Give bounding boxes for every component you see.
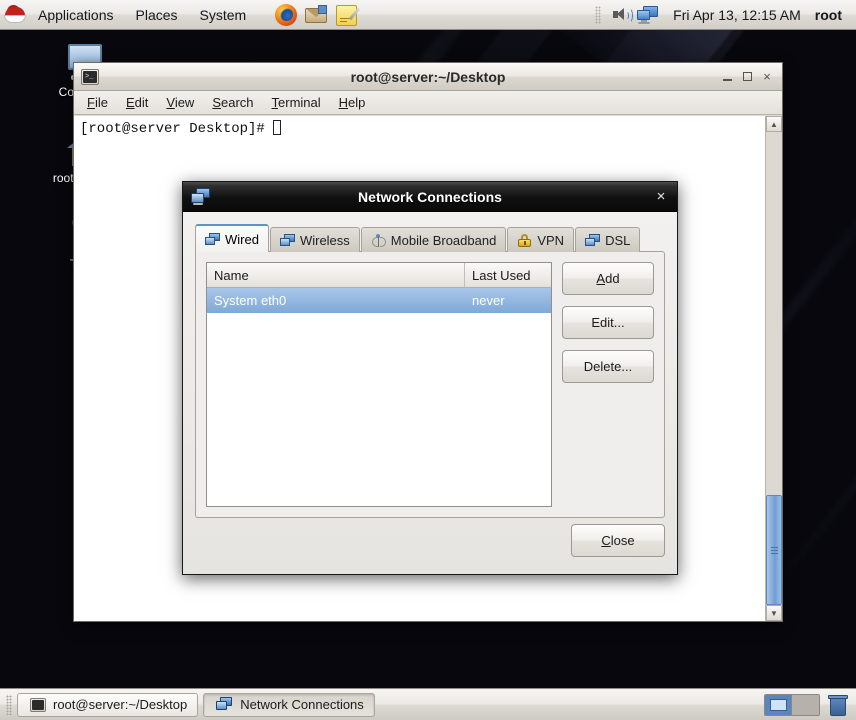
workspace-2[interactable] [792,694,819,715]
tab-label: DSL [605,232,631,248]
tab-wireless[interactable]: Wireless [269,227,360,252]
top-panel: Applications Places System Fri Apr 13, 1… [0,0,856,30]
tab-wired[interactable]: Wired [195,224,269,252]
bottom-panel: root@server:~/Desktop Network Connection… [0,688,856,720]
mnemonic: F [87,95,95,110]
dialog-titlebar[interactable]: Network Connections × [183,182,677,212]
network-monitors-icon[interactable] [637,5,659,25]
column-header-last-used[interactable]: Last Used [465,263,551,287]
menu-label: ile [94,95,108,110]
mnemonic: V [166,95,175,110]
mnemonic: A [596,271,606,286]
tab-label: VPN [537,232,565,248]
network-connections-icon [216,697,233,712]
lock-icon [517,233,532,247]
add-button-label: dd [605,271,620,286]
terminal-scrollbar[interactable]: ▲ ▼ [765,116,782,621]
scroll-down-icon[interactable]: ▼ [766,605,782,621]
dialog-body: Wired Wireless Mobile Broadband VPN DSL [183,212,677,574]
evolution-mail-icon[interactable] [303,2,329,28]
maximize-icon[interactable] [737,68,757,86]
add-button[interactable]: Add [562,262,654,295]
menu-label: elp [348,95,366,110]
mnemonic: C [601,532,611,548]
wireless-monitors-icon [279,233,295,247]
terminal-prompt: [root@server Desktop]# [80,121,274,137]
terminal-menu-edit[interactable]: Edit [117,93,157,112]
cell-last-used: never [472,293,505,308]
terminal-menu-help[interactable]: Help [330,93,375,112]
scroll-up-icon[interactable]: ▲ [766,116,782,132]
scrollbar-thumb[interactable] [766,495,782,605]
network-connections-icon [191,187,211,206]
taskbar-item-label: root@server:~/Desktop [53,697,188,712]
terminal-window-controls: × [717,68,777,86]
tab-label: Wireless [299,232,350,248]
menu-applications[interactable]: Applications [28,3,124,27]
taskbar-item-network-connections[interactable]: Network Connections [203,692,375,717]
connection-type-tabs: Wired Wireless Mobile Broadband VPN DSL [195,224,665,252]
dialog-close-icon[interactable]: × [651,187,671,207]
username-label[interactable]: root [809,4,848,26]
terminal-menubar: File Edit View Search Terminal Help [74,91,782,115]
network-connections-dialog: Network Connections × Wired Wireless Mob… [182,181,678,575]
mnemonic: S [212,95,221,110]
terminal-menu-terminal[interactable]: Terminal [263,93,330,112]
terminal-cursor [273,120,282,135]
list-header: Name Last Used [207,263,551,288]
minimize-icon[interactable] [717,68,737,86]
tab-panel-wired: Name Last Used System eth0 never Add Edi… [195,251,665,518]
terminal-icon: >_ [81,68,99,85]
firefox-icon[interactable] [273,2,299,28]
menu-label: erminal [278,95,321,110]
volume-speaker-icon[interactable] [611,5,634,25]
mnemonic: E [125,95,135,110]
clock[interactable]: Fri Apr 13, 12:15 AM [665,4,809,26]
terminal-menu-search[interactable]: Search [203,93,262,112]
menu-places[interactable]: Places [126,3,188,27]
taskbar-grip [6,694,12,715]
menu-system[interactable]: System [190,3,257,27]
tab-dsl[interactable]: DSL [575,227,641,252]
mnemonic: H [338,95,349,110]
edit-button[interactable]: Edit... [562,306,654,339]
close-button[interactable]: Close [571,523,665,557]
column-header-name[interactable]: Name [207,263,465,287]
terminal-menu-view[interactable]: View [157,93,203,112]
dsl-monitors-icon [585,233,601,247]
scrollbar-track[interactable] [766,132,782,605]
trash-icon[interactable] [828,694,848,716]
antenna-tower-icon [371,233,386,247]
redhat-logo-icon[interactable] [4,4,26,26]
taskbar-item-label: Network Connections [240,697,364,712]
dialog-footer: Close [195,518,665,562]
panel-grip [595,5,602,24]
close-icon[interactable]: × [757,68,777,86]
menu-label: iew [174,95,195,110]
dialog-title: Network Connections [358,188,502,205]
terminal-titlebar[interactable]: >_ root@server:~/Desktop × [74,63,782,91]
delete-button[interactable]: Delete... [562,350,654,383]
workspace-switcher[interactable] [764,693,820,716]
taskbar-right [764,693,850,716]
taskbar-item-terminal[interactable]: root@server:~/Desktop [17,692,199,717]
notes-editor-icon[interactable] [333,2,361,28]
tab-vpn[interactable]: VPN [507,227,575,252]
panel-tray: Fri Apr 13, 12:15 AM root [595,4,856,26]
connections-list[interactable]: Name Last Used System eth0 never [206,262,552,507]
workspace-1[interactable] [765,694,792,715]
terminal-menu-file[interactable]: File [78,93,117,112]
tab-label: Mobile Broadband [390,232,497,248]
menu-label: dit [134,95,149,110]
tab-label: Wired [225,231,259,247]
tab-mobile-broadband[interactable]: Mobile Broadband [360,227,507,252]
terminal-icon [30,697,46,712]
cell-name: System eth0 [214,293,287,308]
terminal-title: root@server:~/Desktop [350,68,506,85]
table-row[interactable]: System eth0 never [207,288,551,313]
menu-label: earch [221,95,254,110]
close-button-label: lose [610,532,635,548]
wired-monitors-icon [205,232,220,246]
list-action-buttons: Add Edit... Delete... [562,262,654,507]
